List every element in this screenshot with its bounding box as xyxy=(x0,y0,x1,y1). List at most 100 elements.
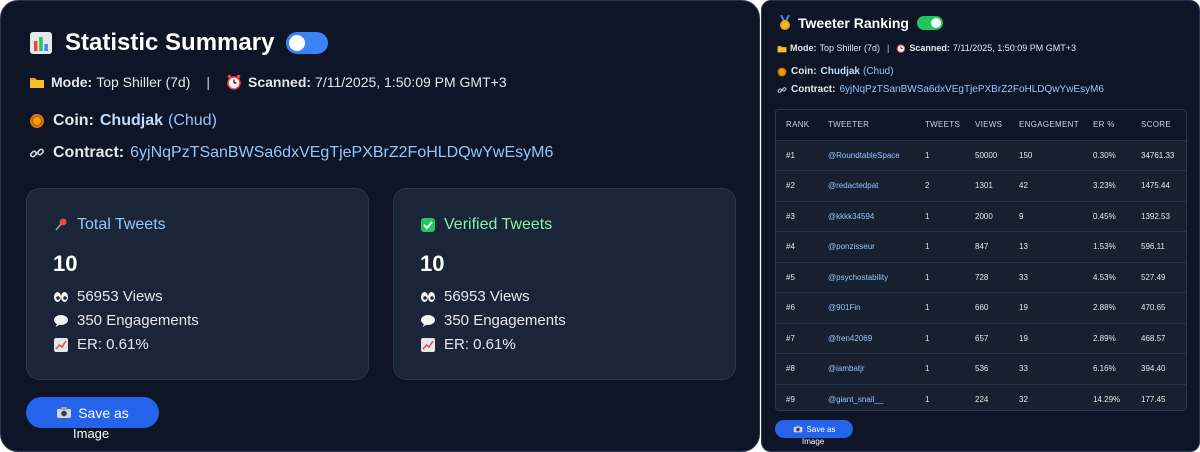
er-cell: 3.23% xyxy=(1083,170,1131,201)
tweets-cell: 1 xyxy=(915,322,965,354)
save-button-label-overflow: Image xyxy=(73,426,110,441)
score-cell: 468.57 xyxy=(1131,322,1186,354)
engagement-cell: 13 xyxy=(1009,231,1083,262)
tweeter-link[interactable]: @iambatjr xyxy=(818,353,915,384)
tweeter-link[interactable]: @ponzisseur xyxy=(818,231,915,262)
tweeter-link[interactable]: @kkkk34594 xyxy=(818,200,915,232)
score-cell: 34761.33 xyxy=(1131,139,1186,171)
views-cell: 1301 xyxy=(965,170,1009,201)
scanned-label: Scanned: xyxy=(909,43,950,53)
er-cell: 2.88% xyxy=(1083,292,1131,323)
tweets-cell: 1 xyxy=(915,353,965,384)
er-cell: 2.89% xyxy=(1083,322,1131,354)
tweets-cell: 1 xyxy=(915,200,965,232)
contract-address-link[interactable]: 6yjNqPzTSanBWSa6dxVEgTjePXBrZ2FoHLDQwYwE… xyxy=(839,84,1104,95)
card-header: Total Tweets xyxy=(53,216,166,234)
mode-label: Mode: xyxy=(51,74,93,90)
score-cell: 470.65 xyxy=(1131,292,1186,323)
card-count: 10 xyxy=(53,251,78,276)
link-icon xyxy=(777,85,787,95)
tweets-cell: 1 xyxy=(915,383,965,410)
engagement-cell: 33 xyxy=(1009,261,1083,293)
coin-label: Coin: xyxy=(53,112,94,129)
link-icon xyxy=(29,145,45,161)
tweets-cell: 1 xyxy=(915,139,965,171)
coin-name: Chudjak xyxy=(820,66,860,77)
trend-up-icon xyxy=(420,337,436,353)
save-as-image-button[interactable]: Save as xyxy=(26,397,159,428)
column-header-rank[interactable]: RANK xyxy=(776,110,818,140)
tweeter-link[interactable]: @psychostability xyxy=(818,261,915,293)
table-row: #5 @psychostability 1 728 33 4.53% 527.4… xyxy=(776,261,1186,293)
scanned-label: Scanned: xyxy=(248,74,312,90)
column-header-views[interactable]: VIEWS xyxy=(965,110,1009,140)
column-header-er[interactable]: ER % xyxy=(1083,110,1131,140)
contract-label: Contract: xyxy=(53,144,125,161)
rank-cell: #7 xyxy=(776,322,818,354)
ranking-toggle[interactable] xyxy=(917,16,943,30)
views-stat: 56953 Views xyxy=(420,288,530,305)
views-stat: 56953 Views xyxy=(53,288,163,305)
rank-cell: #1 xyxy=(776,139,818,171)
views-cell: 50000 xyxy=(965,139,1009,171)
tweeter-link[interactable]: @901Fin xyxy=(818,292,915,323)
card-title: Total Tweets xyxy=(77,216,166,233)
engagement-cell: 42 xyxy=(1009,170,1083,201)
tweeter-link[interactable]: @fren42069 xyxy=(818,322,915,354)
save-button-label: Save as xyxy=(78,404,129,421)
engagement-cell: 32 xyxy=(1009,383,1083,410)
engagements-stat: 350 Engagements xyxy=(420,312,566,329)
folder-icon xyxy=(777,44,787,53)
er-cell: 14.29% xyxy=(1083,383,1131,410)
alarm-clock-icon xyxy=(896,43,906,53)
tweeter-link[interactable]: @RoundtableSpace xyxy=(818,139,915,171)
score-cell: 596.11 xyxy=(1131,231,1186,262)
coin-name: Chudjak xyxy=(99,112,163,129)
score-cell: 177.45 xyxy=(1131,383,1186,410)
rank-cell: #8 xyxy=(776,353,818,384)
column-header-tweeter[interactable]: TWEETER xyxy=(818,110,915,140)
statistic-summary-panel: Statistic Summary Mode: Top Shiller (7d)… xyxy=(0,0,760,452)
save-as-image-button[interactable]: Save as xyxy=(775,420,853,438)
card-count: 10 xyxy=(420,251,445,276)
rank-cell: #4 xyxy=(776,231,818,262)
contract-label: Contract: xyxy=(791,84,836,95)
tweets-cell: 1 xyxy=(915,261,965,293)
coin-ticker: (Chud) xyxy=(863,66,894,77)
engagement-cell: 19 xyxy=(1009,292,1083,323)
mode-value: Top Shiller (7d) xyxy=(96,74,191,90)
summary-coin-row: Coin: Chudjak (Chud) xyxy=(29,112,217,130)
tweets-cell: 1 xyxy=(915,292,965,323)
column-header-tweets[interactable]: TWEETS xyxy=(915,110,965,140)
card-header: Verified Tweets xyxy=(420,216,552,234)
summary-title: Statistic Summary xyxy=(65,29,275,56)
total-tweets-card: Total Tweets 10 56953 Views 350 Engageme… xyxy=(26,188,369,380)
summary-toggle[interactable] xyxy=(286,32,329,54)
toggle-knob xyxy=(289,35,306,51)
medal-icon xyxy=(778,15,792,31)
save-button-label: Save as xyxy=(806,424,836,434)
contract-address-link[interactable]: 6yjNqPzTSanBWSa6dxVEgTjePXBrZ2FoHLDQwYwE… xyxy=(130,144,553,162)
views-cell: 728 xyxy=(965,261,1009,293)
column-header-engagement[interactable]: ENGAGEMENT xyxy=(1009,110,1083,140)
tweets-cell: 2 xyxy=(915,170,965,201)
tweeter-link[interactable]: @redactedpat xyxy=(818,170,915,201)
score-cell: 1475.44 xyxy=(1131,170,1186,201)
tweeter-link[interactable]: @giant_snail__ xyxy=(818,383,915,410)
engagement-cell: 9 xyxy=(1009,200,1083,232)
score-cell: 1392.53 xyxy=(1131,200,1186,232)
engagement-cell: 33 xyxy=(1009,353,1083,384)
save-button-label-overflow: Image xyxy=(802,437,825,446)
views-cell: 660 xyxy=(965,292,1009,323)
meta-separator: | xyxy=(206,74,211,90)
toggle-knob xyxy=(931,18,941,28)
score-cell: 394.40 xyxy=(1131,353,1186,384)
er-text: ER: 0.61% xyxy=(77,336,149,353)
camera-icon xyxy=(793,425,803,433)
er-text: ER: 0.61% xyxy=(444,336,516,353)
column-header-score[interactable]: SCORE xyxy=(1131,110,1186,140)
er-cell: 0.45% xyxy=(1083,200,1131,232)
camera-icon xyxy=(56,406,72,419)
er-cell: 0.30% xyxy=(1083,139,1131,171)
er-cell: 1.53% xyxy=(1083,231,1131,262)
